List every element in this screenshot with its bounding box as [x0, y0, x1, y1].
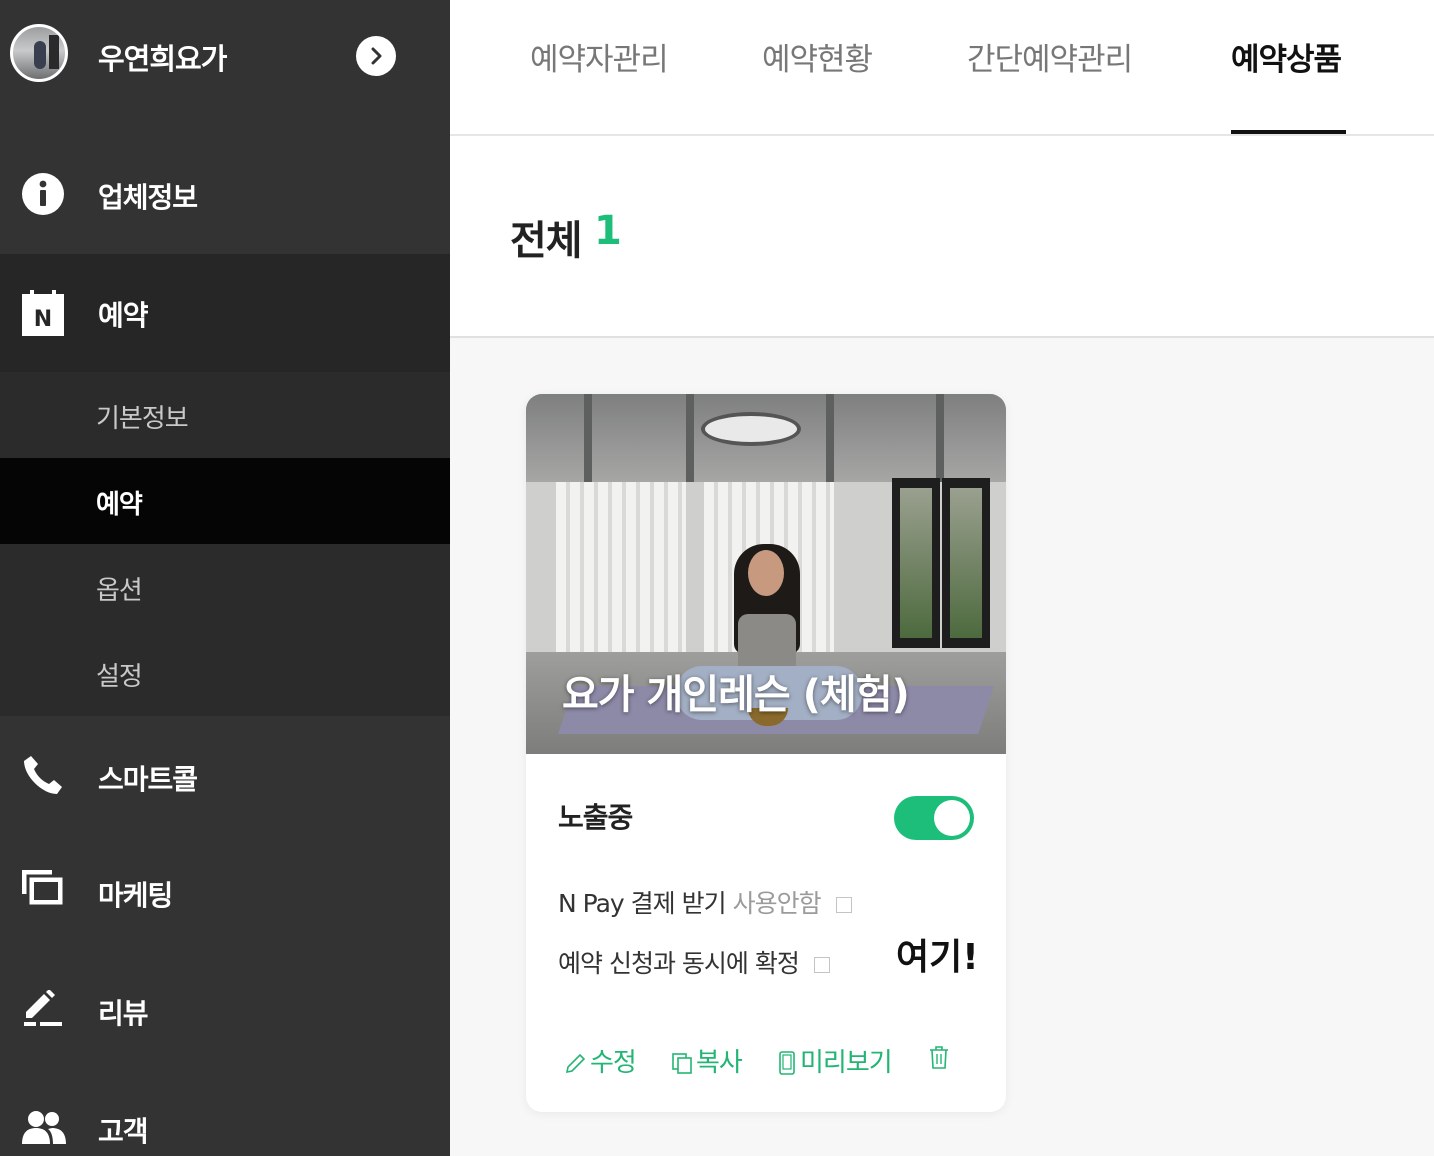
calendar-n-icon: N [22, 290, 64, 336]
submenu-item-reservation[interactable]: 예약 [0, 458, 450, 544]
delete-button[interactable] [928, 1042, 952, 1072]
submenu-item-basic-info[interactable]: 기본정보 [0, 372, 450, 458]
sidebar-item-marketing[interactable]: 마케팅 [0, 834, 450, 952]
sidebar-item-label: 예약 [98, 299, 149, 332]
top-tabs: 예약자관리 예약현황 간단예약관리 예약상품 [450, 0, 1434, 136]
sidebar: 우연희요가 업체정보 N 예약 기본정보 예약 옵션 설정 스마트콜 마케팅 리… [0, 0, 450, 1156]
summary-bar: 전체 1 [450, 136, 1434, 338]
reservation-submenu: 기본정보 예약 옵션 설정 [0, 372, 450, 716]
submenu-item-label: 옵션 [96, 576, 143, 606]
product-title: 요가 개인레슨 (체험) [562, 672, 910, 718]
marketing-icon [22, 870, 66, 912]
phone-icon [22, 754, 64, 796]
instant-confirm-label: 예약 신청과 동시에 확정 [558, 949, 800, 978]
npay-checkbox[interactable] [835, 897, 852, 913]
sidebar-item-label: 업체정보 [98, 181, 198, 214]
total-label: 전체 [510, 218, 583, 264]
sidebar-item-customer[interactable]: 고객 [0, 1070, 450, 1156]
sidebar-item-label: 마케팅 [98, 879, 173, 912]
product-image[interactable]: 요가 개인레슨 (체험) [526, 394, 1006, 754]
copy-label: 복사 [696, 1048, 743, 1078]
submenu-item-options[interactable]: 옵션 [0, 544, 450, 630]
avatar[interactable] [10, 24, 68, 82]
chevron-right-icon[interactable] [356, 36, 396, 76]
submenu-item-label: 기본정보 [96, 404, 189, 434]
brand-header: 우연희요가 [0, 0, 450, 112]
sidebar-item-label: 고객 [98, 1115, 149, 1148]
annotation-note: 여기! [896, 937, 979, 978]
svg-text:N: N [34, 307, 52, 332]
instant-confirm-checkbox[interactable] [813, 957, 830, 973]
sidebar-item-business-info[interactable]: 업체정보 [0, 136, 450, 254]
sidebar-item-label: 스마트콜 [98, 763, 198, 796]
info-icon [22, 173, 64, 215]
visibility-status-label: 노출중 [558, 801, 633, 834]
total-count: 1 [594, 208, 622, 254]
edit-button[interactable]: 수정 [564, 1042, 637, 1079]
product-card: 요가 개인레슨 (체험) 노출중 N Pay 결제 받기 사용안함 예약 신청과… [526, 394, 1006, 1112]
sidebar-item-smartcall[interactable]: 스마트콜 [0, 716, 450, 834]
pencil-icon [22, 989, 64, 1032]
visibility-toggle[interactable] [894, 796, 974, 840]
npay-state: 사용안함 [732, 889, 822, 918]
users-icon [22, 1110, 66, 1152]
tab-simple-booking[interactable]: 간단예약관리 [967, 34, 1133, 79]
npay-option[interactable]: N Pay 결제 받기 사용안함 [558, 884, 852, 920]
preview-button[interactable]: 미리보기 [776, 1042, 893, 1079]
copy-button[interactable]: 복사 [670, 1042, 743, 1079]
preview-label: 미리보기 [800, 1048, 893, 1078]
instant-confirm-option[interactable]: 예약 신청과 동시에 확정 [558, 944, 830, 980]
copy-icon [672, 1053, 692, 1074]
trash-icon [930, 1046, 948, 1069]
edit-icon [565, 1053, 586, 1074]
sidebar-item-reservation[interactable]: N 예약 [0, 254, 450, 372]
active-tab-indicator [1231, 130, 1346, 134]
sidebar-item-review[interactable]: 리뷰 [0, 952, 450, 1070]
submenu-item-label: 예약 [96, 490, 143, 520]
submenu-item-label: 설정 [96, 662, 143, 692]
sidebar-item-label: 리뷰 [98, 997, 149, 1030]
mobile-preview-icon [779, 1051, 795, 1075]
brand-name: 우연희요가 [98, 42, 227, 76]
tab-booking-products[interactable]: 예약상품 [1231, 34, 1342, 79]
submenu-item-settings[interactable]: 설정 [0, 630, 450, 716]
npay-label: N Pay 결제 받기 [558, 889, 727, 918]
tab-booker-management[interactable]: 예약자관리 [530, 34, 669, 79]
edit-label: 수정 [590, 1048, 637, 1078]
tab-booking-status[interactable]: 예약현황 [762, 34, 873, 79]
